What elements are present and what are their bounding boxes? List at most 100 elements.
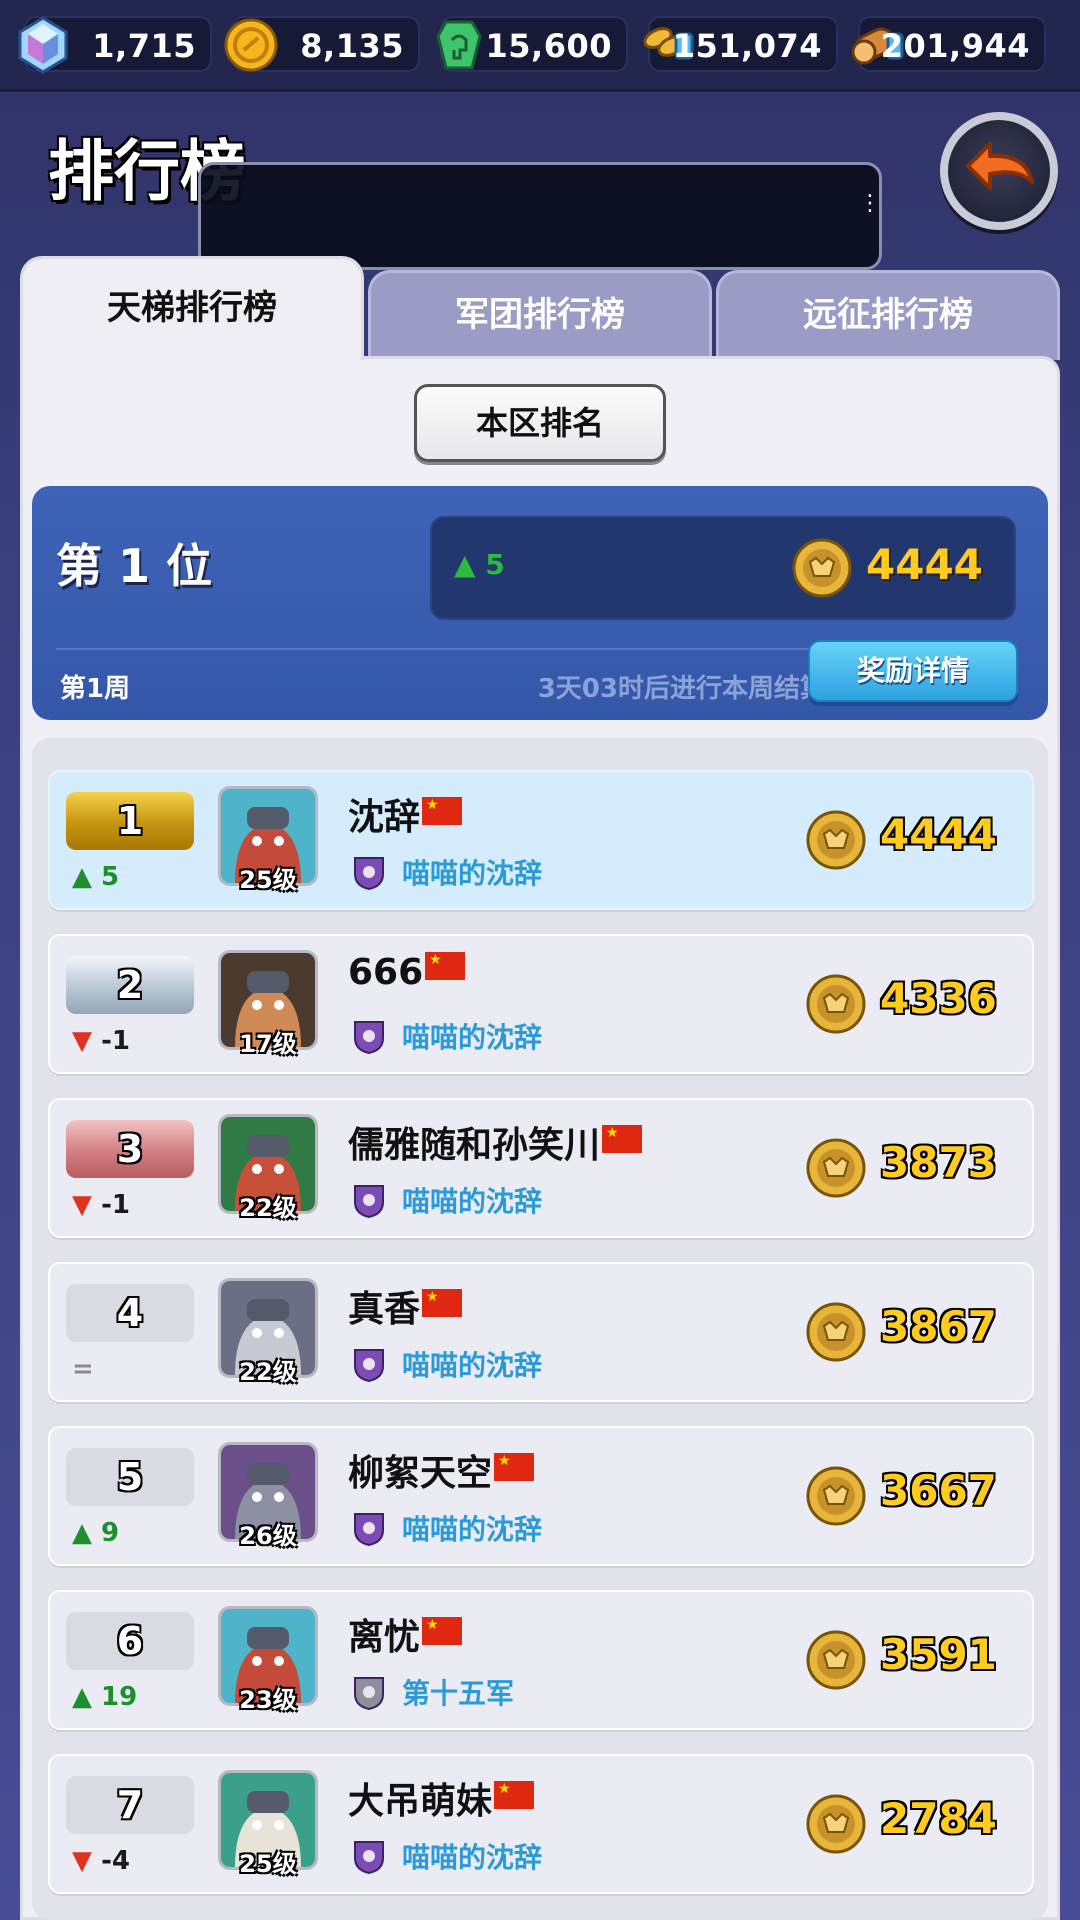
trophy-coin-icon: [806, 1302, 866, 1362]
trophy-coin-icon: [792, 538, 852, 598]
player-name[interactable]: 666: [348, 952, 466, 993]
more-dots-icon[interactable]: ⋮: [859, 193, 881, 233]
reward-details-button[interactable]: 奖励详情: [808, 640, 1018, 702]
gold-count: 8,135: [300, 27, 404, 65]
trophy-coin-icon: [806, 1466, 866, 1526]
player-name[interactable]: 沈辞: [348, 788, 463, 840]
guild-emblem-icon: [354, 1677, 384, 1710]
rank-badge: 1: [66, 792, 194, 850]
rank-badge: 2: [66, 956, 194, 1014]
tab-expedition-ranking[interactable]: 远征排行榜: [716, 270, 1060, 360]
rank-change: ▲ 5: [72, 862, 120, 892]
china-flag-icon: [602, 1125, 643, 1153]
player-level: 22级: [239, 1358, 297, 1386]
player-level: 25级: [239, 866, 297, 894]
player-score: 4444: [880, 810, 997, 859]
back-arrow-icon: [966, 142, 1034, 190]
rank-change: =: [72, 1354, 94, 1384]
guild-name[interactable]: 第十五军: [402, 1672, 514, 1712]
my-score-box: ▲ 5 4444: [430, 516, 1016, 620]
trophy-coin-icon: [806, 1138, 866, 1198]
week-label: 第1周: [60, 674, 131, 704]
rank-badge: 3: [66, 1120, 194, 1178]
resource-bar: 1,715 8,135 15,600 151,074 201,944: [0, 0, 1080, 92]
resource-token[interactable]: 15,600: [436, 16, 628, 72]
table-row[interactable]: 6 ▲ 19 23级 离忧第十五军 3591: [48, 1590, 1034, 1730]
player-level: 23级: [239, 1686, 297, 1714]
guild-name[interactable]: 喵喵的沈辞: [402, 1344, 542, 1384]
tab-ladder-ranking[interactable]: 天梯排行榜: [20, 256, 364, 360]
resource-gold[interactable]: 8,135: [224, 16, 420, 72]
guild-name[interactable]: 喵喵的沈辞: [402, 852, 542, 892]
wheat-count: 151,074: [672, 27, 822, 65]
player-score: 3667: [880, 1466, 997, 1515]
table-row[interactable]: 1 ▲ 5 25级 沈辞喵喵的沈辞 4444: [48, 770, 1034, 910]
player-name[interactable]: 真香: [348, 1280, 463, 1332]
token-count: 15,600: [485, 27, 612, 65]
guild-name[interactable]: 喵喵的沈辞: [402, 1508, 542, 1548]
tab-legion-ranking[interactable]: 军团排行榜: [368, 270, 712, 360]
player-score: 2784: [880, 1794, 997, 1843]
china-flag-icon: [422, 1617, 463, 1645]
player-level: 17级: [239, 1030, 297, 1058]
table-row[interactable]: 7 ▼ -4 25级 大吊萌妹喵喵的沈辞 2784: [48, 1754, 1034, 1894]
china-flag-icon: [425, 952, 466, 980]
rank-change: ▼ -1: [72, 1190, 130, 1220]
player-score: 3867: [880, 1302, 997, 1351]
table-row[interactable]: 2 ▼ -1 17级 666 喵喵的沈辞 4336: [48, 934, 1034, 1074]
guild-name[interactable]: 喵喵的沈辞: [402, 1180, 542, 1220]
player-name[interactable]: 离忧: [348, 1608, 463, 1660]
rank-badge: 6: [66, 1612, 194, 1670]
table-row[interactable]: 5 ▲ 9 26级 柳絮天空喵喵的沈辞 3667: [48, 1426, 1034, 1566]
player-name[interactable]: 大吊萌妹: [348, 1772, 535, 1824]
rank-badge: 5: [66, 1448, 194, 1506]
rank-change: ▲ 9: [72, 1518, 120, 1548]
player-score: 3873: [880, 1138, 997, 1187]
player-level: 25级: [239, 1850, 297, 1878]
china-flag-icon: [422, 1289, 463, 1317]
trophy-coin-icon: [806, 1794, 866, 1854]
player-score: 3591: [880, 1630, 997, 1679]
trophy-coin-icon: [806, 1630, 866, 1690]
player-name[interactable]: 儒雅随和孙笑川: [348, 1116, 643, 1168]
resource-wood[interactable]: 201,944: [851, 16, 1046, 72]
guild-name[interactable]: 喵喵的沈辞: [402, 1836, 542, 1876]
china-flag-icon: [422, 797, 463, 825]
player-level: 22级: [239, 1194, 297, 1222]
my-score: 4444: [866, 540, 983, 589]
china-flag-icon: [494, 1781, 535, 1809]
china-flag-icon: [494, 1453, 535, 1481]
player-score: 4336: [880, 974, 997, 1023]
back-button[interactable]: [940, 112, 1058, 230]
rank-badge: 4: [66, 1284, 194, 1342]
wood-count: 201,944: [880, 27, 1030, 65]
table-row[interactable]: 3 ▼ -1 22级 儒雅随和孙笑川喵喵的沈辞 3873: [48, 1098, 1034, 1238]
crystal-icon: [12, 14, 74, 76]
rank-badge: 7: [66, 1776, 194, 1834]
table-row[interactable]: 4 = 22级 真香喵喵的沈辞 3867: [48, 1262, 1034, 1402]
resource-wheat[interactable]: 151,074: [643, 16, 838, 72]
region-ranking-button[interactable]: 本区排名: [414, 384, 666, 462]
guild-emblem-icon: [354, 1841, 384, 1874]
guild-emblem-icon: [354, 1185, 384, 1218]
crystal-count: 1,715: [92, 27, 196, 65]
trophy-coin-icon: [806, 974, 866, 1034]
player-name[interactable]: 柳絮天空: [348, 1444, 535, 1496]
gold-coin-icon: [220, 14, 282, 76]
guild-emblem-icon: [354, 1349, 384, 1382]
rank-change: ▼ -1: [72, 1026, 130, 1056]
trophy-coin-icon: [806, 810, 866, 870]
guild-emblem-icon: [354, 857, 384, 890]
my-rank-position: 第 1 位: [56, 539, 213, 593]
guild-emblem-icon: [354, 1513, 384, 1546]
player-level: 26级: [239, 1522, 297, 1550]
divider: [56, 648, 836, 650]
green-token-icon: [428, 14, 490, 76]
rank-change: ▼ -4: [72, 1846, 130, 1876]
guild-name[interactable]: 喵喵的沈辞: [402, 1016, 542, 1056]
settlement-countdown: 3天03时后进行本周结算: [537, 674, 826, 704]
guild-emblem-icon: [354, 1021, 384, 1054]
overlay-panel: ⋮: [198, 162, 882, 270]
my-rank-change: ▲ 5: [454, 548, 505, 581]
resource-crystal[interactable]: 1,715: [18, 16, 212, 74]
